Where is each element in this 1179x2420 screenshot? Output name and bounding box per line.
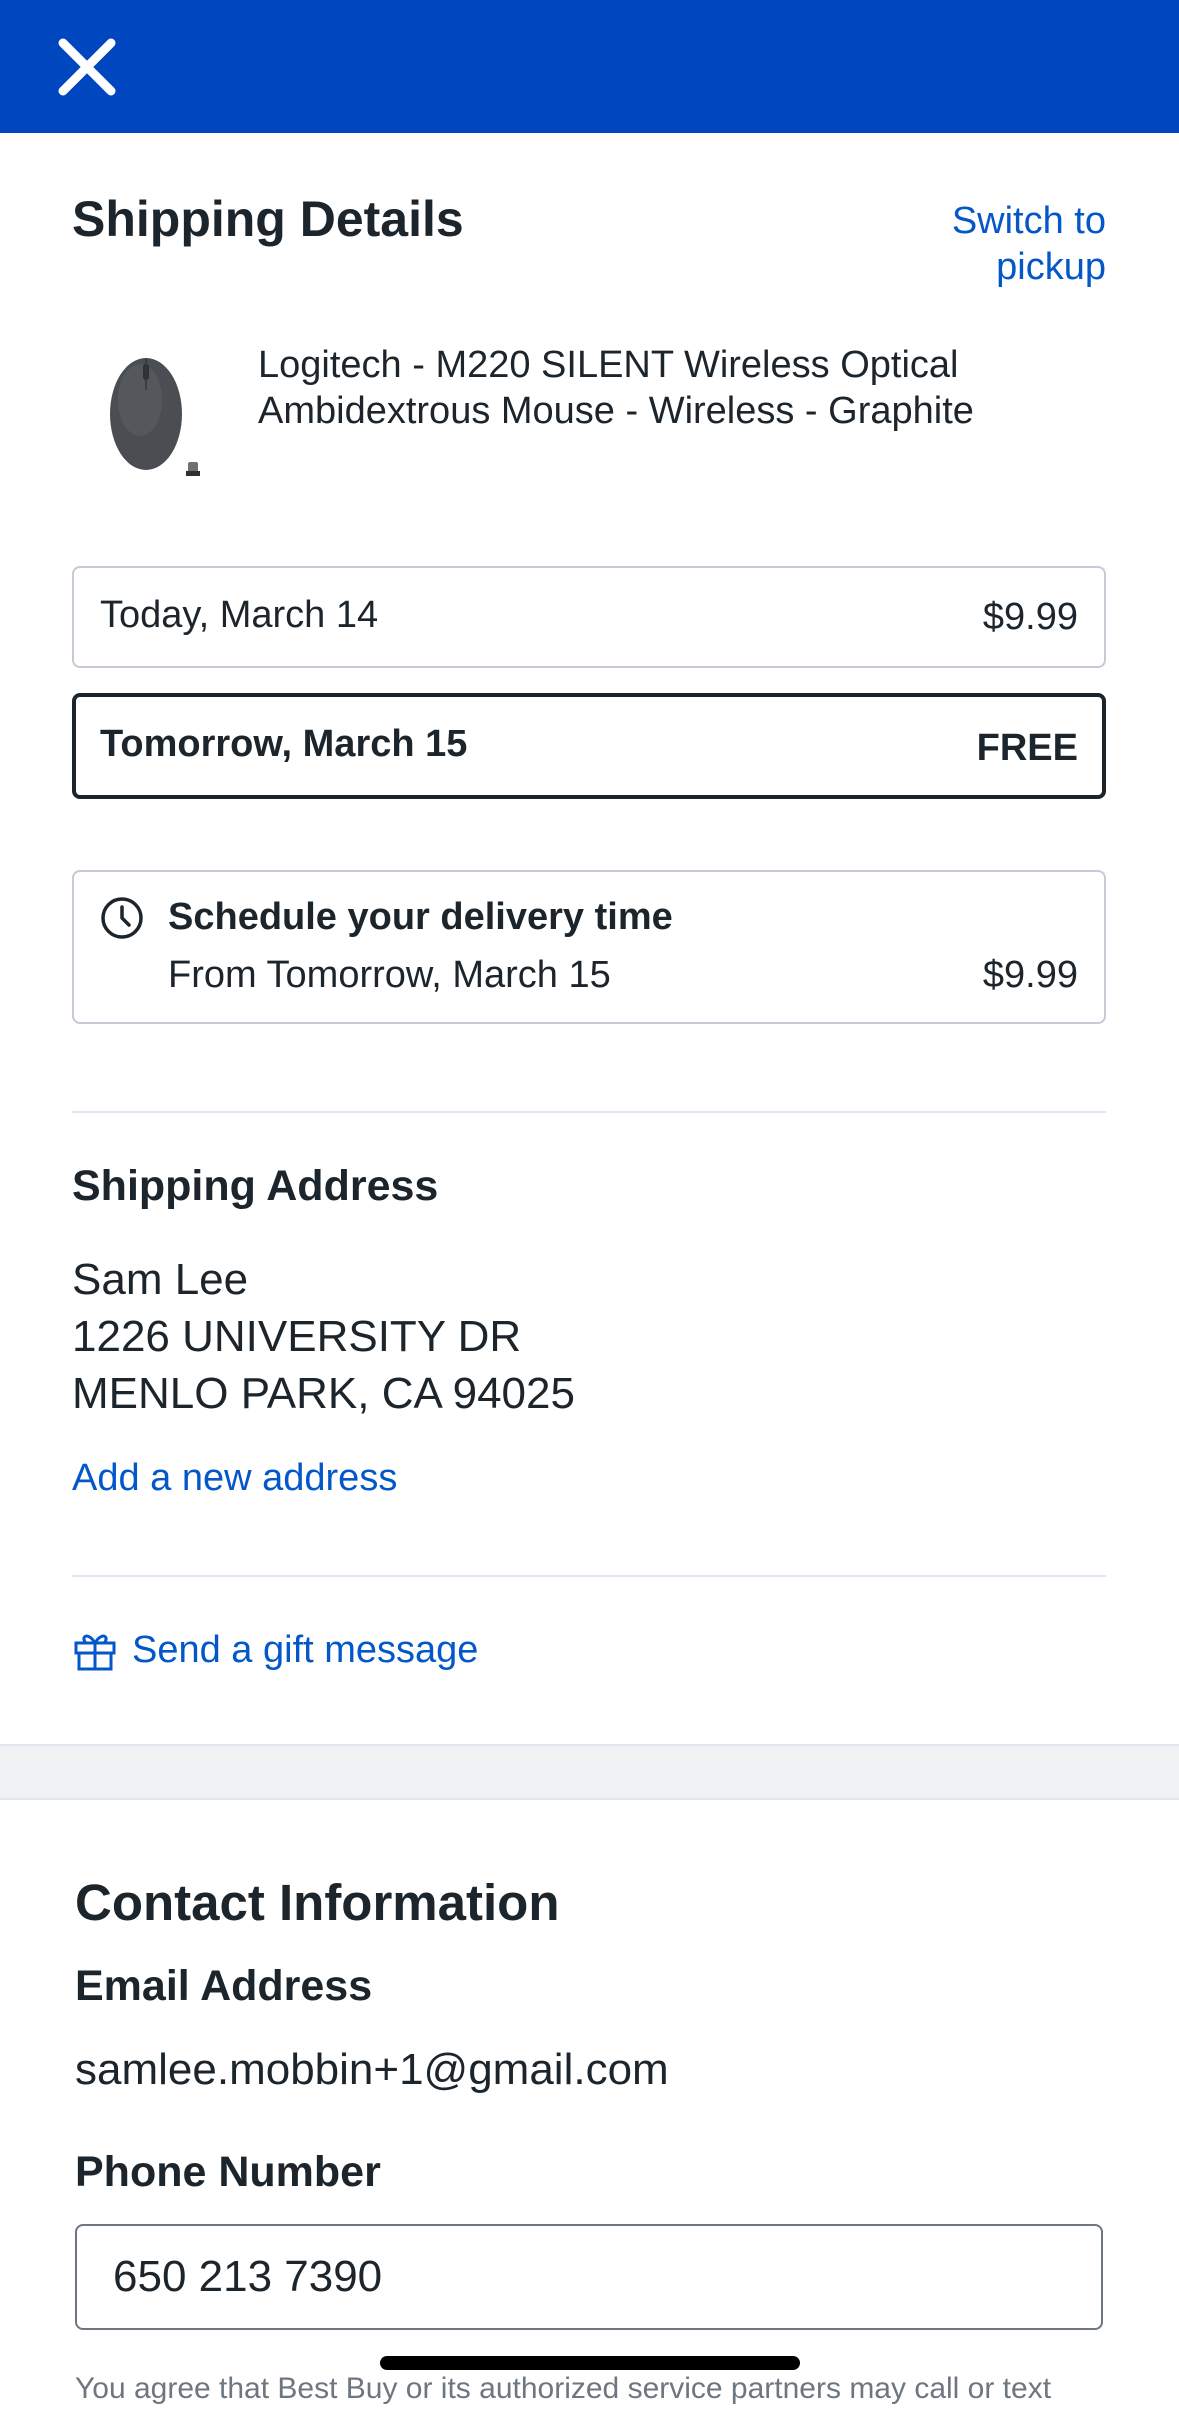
delivery-option-price: FREE <box>976 727 1078 769</box>
gift-message-label: Send a gift message <box>132 1628 479 1671</box>
send-gift-message-link[interactable]: Send a gift message <box>72 1624 478 1676</box>
mouse-product-image <box>96 350 208 480</box>
schedule-price: $9.99 <box>982 954 1078 996</box>
section-separator <box>0 1744 1179 1802</box>
divider <box>72 1111 1106 1113</box>
delivery-option-date: Tomorrow, March 15 <box>100 723 468 765</box>
address-street: 1226 UNIVERSITY DR <box>72 1312 522 1361</box>
switch-to-pickup-link[interactable]: Switch to pickup <box>886 198 1106 290</box>
phone-number-label: Phone Number <box>75 2148 381 2196</box>
schedule-delivery-option[interactable]: Schedule your delivery time From Tomorro… <box>72 870 1106 1024</box>
delivery-option-date: Today, March 14 <box>100 594 379 636</box>
product-name: Logitech - M220 SILENT Wireless Optical … <box>258 344 974 432</box>
top-bar <box>0 0 1179 133</box>
clock-icon <box>101 897 143 939</box>
email-address-label: Email Address <box>75 1962 373 2010</box>
shipping-details-title: Shipping Details <box>72 191 464 247</box>
address-city: MENLO PARK, CA 94025 <box>72 1369 575 1418</box>
add-new-address-link[interactable]: Add a new address <box>72 1457 397 1500</box>
gift-icon <box>74 1634 116 1671</box>
delivery-option-price: $9.99 <box>982 596 1078 638</box>
contact-disclaimer: You agree that Best Buy or its authorize… <box>75 2372 1052 2405</box>
delivery-option-today[interactable]: Today, March 14 $9.99 <box>72 566 1106 668</box>
schedule-title: Schedule your delivery time <box>168 896 673 938</box>
phone-number-input[interactable] <box>75 2224 1103 2330</box>
shipping-address-title: Shipping Address <box>72 1162 439 1210</box>
email-address-value: samlee.mobbin+1@gmail.com <box>75 2045 669 2094</box>
delivery-option-tomorrow[interactable]: Tomorrow, March 15 FREE <box>72 693 1106 799</box>
contact-information-title: Contact Information <box>75 1874 560 1931</box>
close-icon <box>58 38 116 96</box>
divider <box>72 1575 1106 1577</box>
address-name: Sam Lee <box>72 1255 249 1304</box>
close-button[interactable] <box>50 30 124 104</box>
schedule-subtitle: From Tomorrow, March 15 <box>168 954 611 996</box>
home-indicator <box>380 2356 800 2370</box>
